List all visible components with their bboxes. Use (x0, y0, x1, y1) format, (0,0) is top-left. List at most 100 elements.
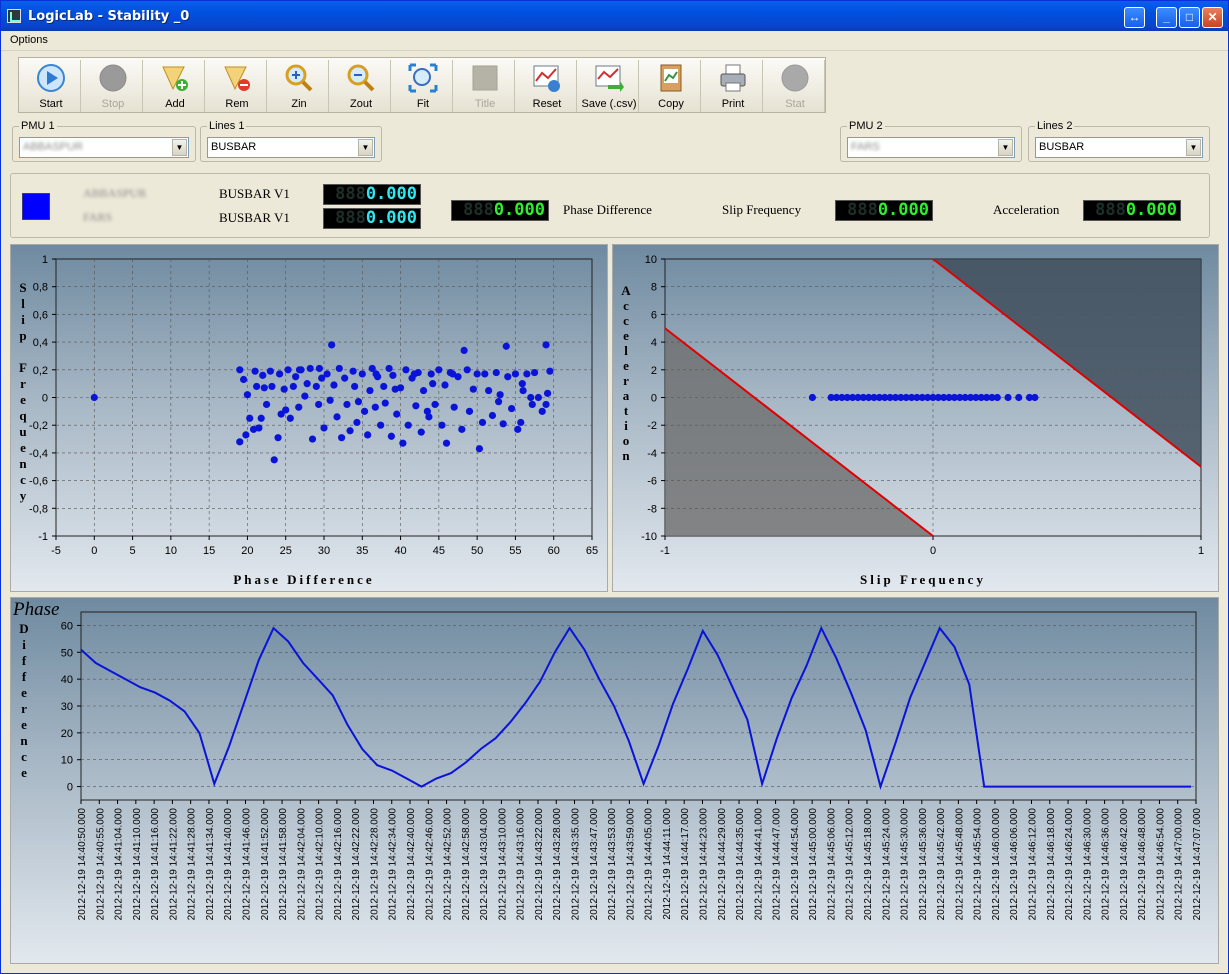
data-point (534, 393, 543, 402)
lines2-select[interactable]: BUSBAR ▼ (1035, 137, 1203, 158)
pmu1-group: PMU 1 ABBASPUR ▼ (12, 120, 196, 162)
x-tick-label: 2012-12-19 14:47:07.000 (1192, 808, 1203, 921)
data-point (240, 375, 248, 384)
x-tick-label: 2012-12-19 14:40:50.000 (77, 808, 88, 921)
pmu2-select[interactable]: FARS ▼ (847, 137, 1015, 158)
x-tick-label: -5 (51, 545, 61, 557)
data-point (295, 366, 304, 374)
copy-button[interactable]: Copy (641, 60, 701, 112)
phase-vs-slip-chart[interactable]: 1 0,8 0,6 0,4 0,2 0 -0,2 -0,4 -0,6 -0,8 -1 -5 0 5 10 15… (10, 244, 608, 592)
data-point (543, 389, 552, 397)
data-point (502, 342, 510, 350)
stat-button[interactable]: Stat (765, 60, 825, 112)
data-point (236, 366, 244, 374)
title-label: Title (474, 98, 496, 110)
x-tick-label: 2012-12-19 14:41:52.000 (260, 808, 271, 921)
start-button[interactable]: Start (21, 60, 81, 112)
data-point (427, 370, 435, 378)
y-tick-label: 0 (651, 393, 657, 405)
slip-vs-acceleration-chart[interactable]: 10 8 6 4 2 0 -2 -4 -6 -8 -10 -1 0 1 Slip Frequency Ac c e… (612, 244, 1219, 592)
data-point (460, 346, 468, 355)
x-tick-label: 2012-12-19 14:42:10.000 (315, 808, 326, 921)
data-point (465, 407, 474, 415)
add-button[interactable]: Add (145, 60, 205, 112)
data-point (303, 380, 311, 388)
x-tick-label: 30 (318, 545, 330, 557)
data-point (429, 380, 437, 388)
data-point (527, 393, 535, 402)
chevron-down-icon[interactable]: ▼ (172, 139, 187, 156)
x-tick-label: 35 (356, 545, 368, 557)
data-point (1004, 393, 1012, 402)
x-tick-label: 2012-12-19 14:40:55.000 (95, 808, 106, 921)
data-point (243, 391, 252, 399)
data-point (463, 366, 471, 374)
line1-label: BUSBAR V1 (219, 186, 290, 201)
data-point (488, 411, 497, 420)
data-point (268, 382, 276, 391)
series-color-swatch[interactable] (22, 193, 50, 220)
data-point (306, 364, 314, 373)
x-tick-label: 2012-12-19 14:46:30.000 (1082, 808, 1093, 921)
x-tick-label: 0 (930, 545, 936, 557)
x-tick-label: 2012-12-19 14:44:05.000 (644, 808, 655, 921)
rem-button[interactable]: Rem (207, 60, 267, 112)
x-tick-label: 2012-12-19 14:45:12.000 (845, 808, 856, 921)
close-button[interactable]: ✕ (1202, 7, 1223, 28)
phase-difference-time-chart[interactable]: 60 50 40 30 20 10 0 2012-12-19 14:40:50.000 2012… (10, 597, 1219, 964)
data-point (481, 370, 489, 378)
chevron-down-icon[interactable]: ▼ (358, 139, 373, 156)
x-tick-label: 2012-12-19 14:42:16.000 (333, 808, 344, 921)
phase-difference-label: Phase Difference (563, 202, 652, 217)
x-tick-label: 2012-12-19 14:45:24.000 (881, 808, 892, 921)
x-tick-label: 2012-12-19 14:44:17.000 (680, 808, 691, 921)
data-point (419, 386, 428, 395)
chevron-down-icon[interactable]: ▼ (1186, 139, 1201, 156)
data-point (308, 435, 317, 443)
data-point (274, 434, 282, 442)
reset-button[interactable]: Reset (517, 60, 577, 112)
y-tick-label: 1 (42, 254, 48, 266)
data-point (404, 421, 412, 429)
restore-arrows-button[interactable]: ↔ (1124, 7, 1145, 28)
pmu2-name: FARS (83, 210, 113, 224)
phase-difference-value: 0.000 (493, 200, 545, 220)
pmu1-select[interactable]: ABBASPUR ▼ (19, 137, 189, 158)
data-point (270, 456, 278, 464)
x-tick-label: 2012-12-19 14:41:10.000 (132, 808, 143, 921)
line1-value-display: 8880.000 (323, 184, 421, 205)
title-bar[interactable]: LogicLab - Stability _0 ↔ _ □ ✕ (1, 1, 1228, 31)
data-point (530, 368, 539, 377)
x-tick-label: 2012-12-19 14:46:06.000 (1009, 808, 1020, 921)
y-tick-label: -0,6 (29, 476, 48, 488)
print-button[interactable]: Print (703, 60, 763, 112)
x-tick-label: 2012-12-19 14:45:06.000 (826, 808, 837, 921)
fit-button[interactable]: Fit (393, 60, 453, 112)
x-tick-label: 2012-12-19 14:44:29.000 (717, 808, 728, 921)
data-point (410, 370, 418, 378)
zin-button[interactable]: Zin (269, 60, 329, 112)
data-point (993, 393, 1001, 402)
zout-button[interactable]: Zout (331, 60, 391, 112)
application-window: LogicLab - Stability _0 ↔ _ □ ✕ Options … (0, 0, 1229, 974)
save-button[interactable]: Save (.csv) (579, 60, 639, 112)
copy-icon (660, 64, 682, 92)
lines1-select[interactable]: BUSBAR ▼ (207, 137, 375, 158)
stop-button[interactable]: Stop (83, 60, 143, 112)
data-point (335, 364, 343, 373)
pmu1-name: ABBASPUR (83, 186, 147, 200)
series-line (80, 625, 1192, 791)
x-tick-label: 2012-12-19 14:45:36.000 (918, 808, 929, 921)
data-point (257, 414, 265, 422)
y-tick-label: 50 (61, 647, 73, 659)
x-tick-label: 2012-12-19 14:47:00.000 (1174, 808, 1185, 921)
menu-options[interactable]: Options (10, 34, 48, 46)
data-point (292, 373, 300, 381)
maximize-button[interactable]: □ (1179, 7, 1200, 28)
chevron-down-icon[interactable]: ▼ (998, 139, 1013, 156)
title-button[interactable]: Title (455, 60, 515, 112)
x-tick-label: 2012-12-19 14:41:40.000 (223, 808, 234, 921)
data-point (275, 370, 284, 378)
data-point (1031, 393, 1039, 402)
minimize-button[interactable]: _ (1156, 7, 1177, 28)
